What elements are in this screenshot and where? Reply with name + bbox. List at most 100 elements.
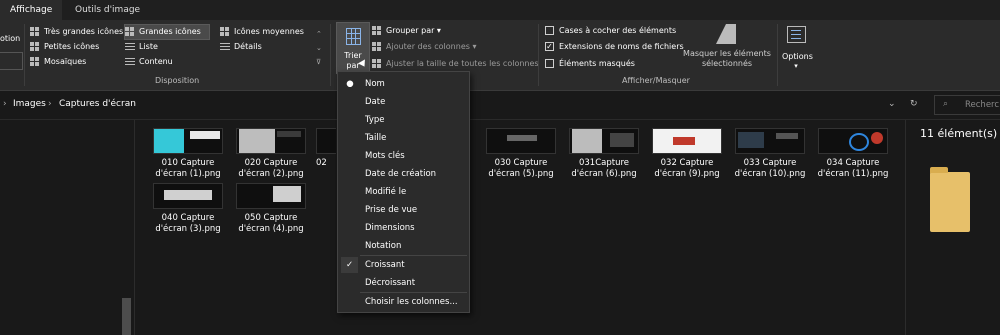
sort-icon <box>346 28 361 45</box>
menu-item-choose-columns[interactable]: Choisir les colonnes... <box>338 293 469 311</box>
tiles-icon <box>30 57 40 66</box>
menu-item-date-creation[interactable]: Date de création <box>338 165 469 183</box>
hide-selected-label: Masquer les éléments sélectionnés <box>683 49 771 68</box>
menu-item-date[interactable]: Date <box>338 93 469 111</box>
content-icon <box>125 57 135 66</box>
nav-scrollbar[interactable] <box>122 298 131 335</box>
refresh-icon[interactable]: ↻ <box>910 99 918 109</box>
fit-columns-button[interactable]: Ajuster la taille de toutes les colonnes <box>372 57 539 71</box>
checkbox[interactable] <box>545 26 554 35</box>
menu-item-modifie-le[interactable]: Modifié le <box>338 183 469 201</box>
item-count: 11 élément(s) <box>920 127 998 140</box>
file-item[interactable]: 02 <box>316 128 336 169</box>
file-extensions-toggle[interactable]: ✓ Extensions de noms de fichiers <box>545 40 684 54</box>
file-item[interactable]: 034 Capture d'écran (11).png <box>814 128 892 180</box>
address-bar[interactable] <box>0 91 1000 120</box>
layout-scroll-arrows[interactable]: ⌃ ⌄ ⊽ <box>316 27 322 69</box>
layout-group-label: Disposition <box>155 76 200 85</box>
thumbnail <box>486 128 556 154</box>
divider <box>24 24 25 86</box>
chevron-down-icon[interactable]: ⌄ <box>888 99 896 109</box>
file-item[interactable]: 010 Capture d'écran (1).png <box>149 128 227 180</box>
folder-icon <box>930 167 970 232</box>
details-pane: 11 élément(s) <box>905 120 1000 335</box>
layout-tiles[interactable]: Mosaïques <box>30 55 86 69</box>
thumbnail <box>236 128 306 154</box>
thumbnail <box>569 128 639 154</box>
file-name: 020 Capture d'écran (2).png <box>238 158 304 179</box>
file-name: 02 <box>316 158 327 168</box>
search-box[interactable]: ⌕ Recherc <box>934 95 1000 115</box>
tab-outils-image[interactable]: Outils d'image <box>65 0 150 20</box>
divider <box>330 24 331 86</box>
layout-content[interactable]: Contenu <box>125 55 173 69</box>
tab-affichage[interactable]: Affichage <box>0 0 63 20</box>
file-name: 032 Capture d'écran (9).png <box>654 158 720 179</box>
ribbon-tab-bar: Affichage Outils d'image <box>0 0 1000 20</box>
breadcrumb-images[interactable]: Images <box>13 99 46 109</box>
checkmark-icon: ✓ <box>341 257 358 273</box>
menu-item-dimensions[interactable]: Dimensions <box>338 219 469 237</box>
checkbox[interactable] <box>545 59 554 68</box>
hidden-items-toggle[interactable]: Éléments masqués <box>545 57 635 71</box>
file-item[interactable]: 032 Capture d'écran (9).png <box>648 128 726 180</box>
search-icon: ⌕ <box>943 99 949 109</box>
file-item[interactable]: 030 Capture d'écran (5).png <box>482 128 560 180</box>
file-name: 034 Capture d'écran (11).png <box>817 158 889 179</box>
menu-item-nom[interactable]: ● Nom <box>338 75 469 93</box>
layout-large-icons[interactable]: Grandes icônes <box>124 24 210 40</box>
file-name: 030 Capture d'écran (5).png <box>488 158 554 179</box>
hide-icon <box>716 24 736 44</box>
thumbnail <box>153 128 223 154</box>
thumbnail <box>316 128 336 154</box>
breadcrumb-chevron-icon: › <box>3 99 7 109</box>
large-icons-icon <box>125 27 135 36</box>
file-item[interactable]: 050 Capture d'écran (4).png <box>232 183 310 235</box>
item-checkboxes-toggle[interactable]: Cases à cocher des éléments <box>545 24 676 38</box>
thumbnail <box>153 183 223 209</box>
large-icons-icon <box>30 27 40 36</box>
file-name: 010 Capture d'écran (1).png <box>155 158 221 179</box>
file-item[interactable]: 033 Capture d'écran (10).png <box>731 128 809 180</box>
layout-list[interactable]: Liste <box>125 40 158 54</box>
options-button[interactable]: Options ▾ <box>782 24 813 70</box>
radio-dot-icon: ● <box>346 79 354 89</box>
menu-item-type[interactable]: Type <box>338 111 469 129</box>
file-item[interactable]: 031Capture d'écran (6).png <box>565 128 643 180</box>
group-icon <box>372 26 382 35</box>
menu-item-decroissant[interactable]: Décroissant <box>338 274 469 292</box>
menu-item-croissant[interactable]: ✓ Croissant <box>338 256 469 274</box>
fit-columns-icon <box>372 59 382 68</box>
layout-details[interactable]: Détails <box>220 40 262 54</box>
options-icon <box>787 26 806 43</box>
layout-medium-icons[interactable]: Icônes moyennes <box>220 25 304 39</box>
layout-small-icons[interactable]: Petites icônes <box>30 40 99 54</box>
search-input[interactable]: Recherc <box>965 100 999 110</box>
columns-icon <box>372 42 382 51</box>
file-item[interactable]: 020 Capture d'écran (2).png <box>232 128 310 180</box>
thumbnail <box>236 183 306 209</box>
navigation-pane[interactable] <box>0 120 135 335</box>
layout-xl-icons[interactable]: Très grandes icônes <box>30 25 123 39</box>
list-icon <box>125 42 135 51</box>
menu-item-prise-de-vue[interactable]: Prise de vue <box>338 201 469 219</box>
thumbnail <box>652 128 722 154</box>
menu-item-taille[interactable]: Taille <box>338 129 469 147</box>
menu-item-mots-cles[interactable]: Mots clés <box>338 147 469 165</box>
breadcrumb-captures[interactable]: Captures d'écran <box>59 99 136 109</box>
menu-item-notation[interactable]: Notation <box>338 237 469 255</box>
pane-icon[interactable] <box>0 52 23 70</box>
hide-selected-button[interactable]: Masquer les éléments sélectionnés <box>683 22 771 72</box>
sort-by-menu: ● Nom Date Type Taille Mots clés Date de … <box>337 71 470 313</box>
file-item[interactable]: 040 Capture d'écran (3).png <box>149 183 227 235</box>
file-name: 033 Capture d'écran (10).png <box>734 158 806 179</box>
file-name: 031Capture d'écran (6).png <box>571 158 637 179</box>
chevron-down-icon: ▾ <box>794 62 798 70</box>
checkbox-checked[interactable]: ✓ <box>545 42 554 51</box>
thumbnail <box>735 128 805 154</box>
add-columns-button[interactable]: Ajouter des colonnes ▾ <box>372 40 476 54</box>
divider <box>777 24 778 86</box>
options-label: Options <box>782 52 813 61</box>
navigation-pane-label[interactable]: otion <box>0 32 20 46</box>
group-by-button[interactable]: Grouper par ▾ <box>372 24 441 38</box>
